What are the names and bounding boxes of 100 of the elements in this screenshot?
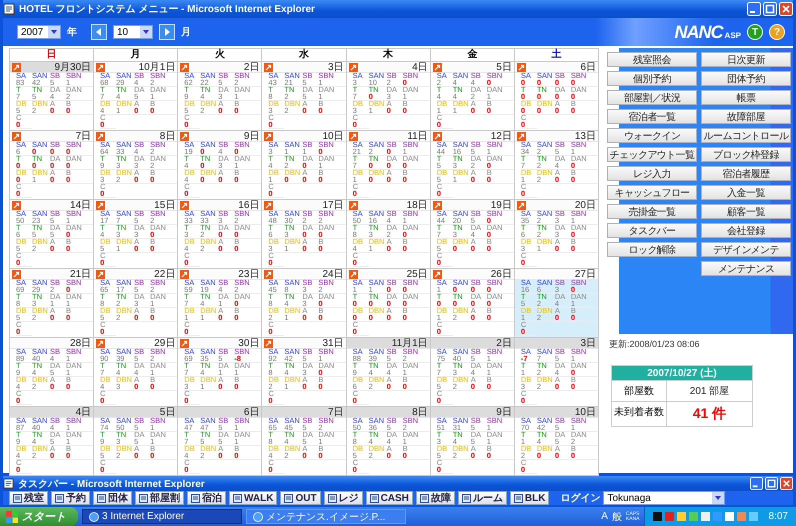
arrow-square-icon[interactable] <box>12 62 21 72</box>
menu-button[interactable]: 顧客一覧 <box>701 204 791 219</box>
date-label: 31日 <box>322 338 344 348</box>
toolbar-button[interactable]: 団体 <box>93 491 132 505</box>
toolbar-button[interactable]: 宿泊 <box>187 491 226 505</box>
arrow-square-icon[interactable] <box>432 200 442 210</box>
arrow-square-icon[interactable] <box>96 338 106 348</box>
date-label: 2日 <box>496 338 512 348</box>
next-icon[interactable] <box>159 24 175 40</box>
arrow-square-icon[interactable] <box>12 200 21 210</box>
window-title: タスクバー - Microsoft Internet Explorer <box>18 478 205 490</box>
arrow-square-icon[interactable] <box>348 132 358 140</box>
menu-button[interactable]: 日次更新 <box>701 52 791 67</box>
arrow-square-icon[interactable] <box>180 338 190 348</box>
date-label: 24日 <box>322 268 344 280</box>
weekday-header: 土 <box>514 49 598 61</box>
page-icon <box>284 494 294 502</box>
arrow-square-icon[interactable] <box>180 132 190 140</box>
arrow-square-icon[interactable] <box>348 200 358 210</box>
arrow-square-icon[interactable] <box>96 200 106 210</box>
page-icon <box>514 494 523 502</box>
ime-mode[interactable]: A <box>601 511 608 522</box>
arrow-square-icon[interactable] <box>264 200 274 210</box>
arrow-square-icon[interactable] <box>96 62 106 72</box>
ime-mode[interactable]: 般 <box>612 510 622 524</box>
weekday-header: 金 <box>430 49 514 61</box>
date-label: 15日 <box>154 200 176 210</box>
menu-button[interactable]: ルームコントロール <box>701 128 791 143</box>
arrow-square-icon[interactable] <box>180 62 190 72</box>
close-icon[interactable] <box>779 2 793 16</box>
minimize-icon[interactable] <box>750 477 763 490</box>
toolbar-button[interactable]: OUT <box>280 491 321 505</box>
menu-button[interactable]: メンテナンス <box>701 261 791 276</box>
arrow-square-icon[interactable] <box>96 270 106 278</box>
menu-button[interactable]: 部屋割／状況 <box>607 90 697 105</box>
arrow-square-icon[interactable] <box>432 132 442 140</box>
arrow-square-icon[interactable] <box>264 132 274 140</box>
menu-button[interactable]: レジ入力 <box>607 166 697 181</box>
arrow-square-icon[interactable] <box>348 270 358 278</box>
date-label: 7日 <box>76 130 92 142</box>
toolbar-button[interactable]: レジ <box>324 491 363 505</box>
menu-button[interactable]: 帳票 <box>701 90 791 105</box>
month-select[interactable]: 10 <box>113 25 153 39</box>
date-label: 10日 <box>322 130 344 142</box>
weekday-header: 火 <box>178 49 262 61</box>
menu-button[interactable]: ロック解除 <box>607 242 697 257</box>
minimize-icon[interactable] <box>747 2 761 16</box>
menu-button[interactable]: チェックアウト一覧 <box>607 147 697 162</box>
arrow-square-icon[interactable] <box>12 132 21 140</box>
task-button[interactable]: 3 Internet Explorer <box>82 509 242 524</box>
toolbar-button[interactable]: 残室 <box>9 491 48 505</box>
arrow-square-icon[interactable] <box>96 132 106 140</box>
date-label: 10日 <box>574 406 596 418</box>
date-label: 6日 <box>244 406 260 418</box>
menu-button[interactable]: 宿泊者一覧 <box>607 109 697 124</box>
arrow-square-icon[interactable] <box>432 270 442 278</box>
date-label: 6日 <box>580 62 596 72</box>
menu-button[interactable]: 会社登録 <box>701 223 791 238</box>
menu-button[interactable]: キャッシュフロー <box>607 185 697 200</box>
arrow-square-icon[interactable] <box>348 62 358 72</box>
menu-button[interactable]: 売掛金一覧 <box>607 204 697 219</box>
menu-button[interactable]: 残室照会 <box>607 52 697 67</box>
menu-button[interactable]: ブロック枠登録 <box>701 147 791 162</box>
menu-button[interactable]: 団体予約 <box>701 71 791 86</box>
date-label: 2日 <box>244 62 260 72</box>
menu-button[interactable]: 宿泊者履歴 <box>701 166 791 181</box>
year-select[interactable]: 2007 <box>17 25 61 39</box>
summary-label: 部屋数 <box>612 381 667 401</box>
task-button[interactable]: メンテナンス.イメージ.P... <box>246 509 406 524</box>
date-label: 13日 <box>574 130 596 142</box>
menu-button[interactable]: 入金一覧 <box>701 185 791 200</box>
menu-button[interactable]: デザインメンテ <box>701 242 791 257</box>
arrow-square-icon[interactable] <box>516 200 526 210</box>
arrow-square-icon[interactable] <box>516 132 526 140</box>
toolbar-button[interactable]: 予約 <box>51 491 90 505</box>
toolbar-button[interactable]: 故障 <box>416 491 455 505</box>
menu-button[interactable]: ウォークイン <box>607 128 697 143</box>
previous-icon[interactable] <box>91 24 107 40</box>
arrow-square-icon[interactable] <box>12 270 21 278</box>
menu-button[interactable]: 故障部屋 <box>701 109 791 124</box>
arrow-square-icon[interactable] <box>432 62 442 72</box>
toolbar-button[interactable]: 部屋割 <box>135 491 184 505</box>
arrow-square-icon[interactable] <box>264 62 274 72</box>
toolbar-button[interactable]: WALK <box>229 491 278 505</box>
user-select[interactable]: Tokunaga <box>603 491 726 505</box>
date-label: 23日 <box>238 268 260 280</box>
arrow-square-icon[interactable] <box>264 270 274 278</box>
maximize-icon[interactable] <box>765 477 778 490</box>
toolbar-button[interactable]: ルーム <box>458 491 507 505</box>
menu-button[interactable]: タスクバー <box>607 223 697 238</box>
maximize-icon[interactable] <box>763 2 777 16</box>
arrow-square-icon[interactable] <box>264 338 274 348</box>
arrow-square-icon[interactable] <box>180 270 190 278</box>
arrow-square-icon[interactable] <box>516 62 526 72</box>
page-icon <box>3 478 14 489</box>
menu-button[interactable]: 個別予約 <box>607 71 697 86</box>
arrow-square-icon[interactable] <box>180 200 190 210</box>
toolbar-button[interactable]: BLK <box>510 491 550 505</box>
close-icon[interactable] <box>780 477 793 490</box>
toolbar-button[interactable]: CASH <box>366 491 413 505</box>
